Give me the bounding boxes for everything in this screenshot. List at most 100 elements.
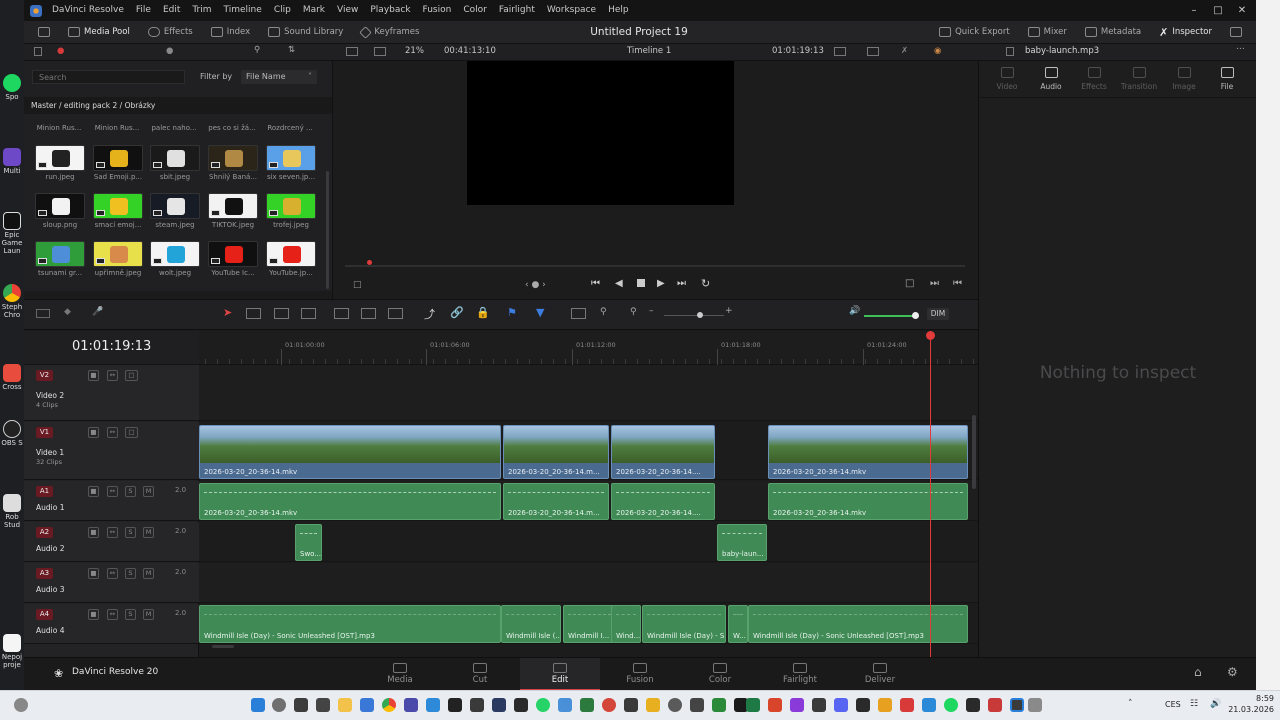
clip-name[interactable]: wolt.jpeg (146, 269, 204, 277)
clip-thumbnail[interactable] (266, 241, 316, 267)
track-header-a2[interactable]: A2 ■ ↔ S M 2.0 Audio 2 (24, 522, 199, 562)
search-input[interactable] (32, 70, 185, 84)
menu-trim[interactable]: Trim (186, 0, 217, 21)
whatsapp-icon[interactable] (536, 698, 550, 712)
page-fairlight[interactable]: Fairlight (760, 658, 840, 690)
track-badge[interactable]: A2 (36, 527, 53, 538)
next-edit-icon[interactable]: ⏭ (930, 278, 939, 289)
audio-clip[interactable]: baby-laun... (717, 524, 767, 561)
taskbar-app-icon[interactable] (712, 698, 726, 712)
lock-track-icon[interactable]: ■ (88, 527, 99, 538)
prev-edit-icon[interactable]: ⏮ (953, 278, 962, 289)
tab-file[interactable]: File (1205, 67, 1249, 91)
mute-button[interactable]: M (143, 568, 154, 579)
expand-panel-button[interactable] (24, 21, 59, 44)
clip-thumbnail[interactable] (35, 145, 85, 171)
position-lock-icon[interactable]: 🔒 (476, 306, 490, 319)
clip-name[interactable]: sbit.jpeg (146, 173, 204, 181)
menu-file[interactable]: File (130, 0, 157, 21)
clip-name[interactable]: trofej.jpeg (262, 221, 320, 229)
track-header-v2[interactable]: V2 ■ ↔ □ Video 24 Clips (24, 365, 199, 421)
lock-track-icon[interactable]: ■ (88, 568, 99, 579)
page-fusion[interactable]: Fusion (600, 658, 680, 690)
clip-thumbnail[interactable] (35, 241, 85, 267)
menu-help[interactable]: Help (602, 0, 635, 21)
marker-icon[interactable]: ▼ (536, 306, 544, 319)
taskbar-app-icon[interactable] (646, 698, 660, 712)
go-to-end-icon[interactable]: ⏭ (677, 278, 686, 289)
mute-button[interactable]: M (143, 527, 154, 538)
taskbar-app-icon[interactable] (514, 698, 528, 712)
track-badge[interactable]: V1 (36, 427, 53, 438)
taskbar-app-icon[interactable] (768, 698, 782, 712)
chrome-icon[interactable] (382, 698, 396, 712)
video-clip[interactable]: 2026-03-20_20-36-14.... (611, 425, 715, 479)
clip-name[interactable]: steam.jpeg (146, 221, 204, 229)
clip-name[interactable]: six seven.jp... (262, 173, 320, 181)
track-badge[interactable]: A4 (36, 609, 53, 620)
clip-thumbnail[interactable] (266, 193, 316, 219)
zoom-out-icon[interactable]: – (649, 306, 654, 316)
speaker-icon[interactable]: 🔊 (849, 306, 860, 316)
taskbar-app-icon[interactable] (878, 698, 892, 712)
timeline-ruler[interactable]: 01:01:00:00 01:01:06:00 01:01:12:00 01:01:1… (199, 331, 978, 365)
vertical-scrollbar[interactable] (972, 415, 976, 489)
discord-icon[interactable] (834, 698, 848, 712)
playhead-handle[interactable] (926, 331, 935, 340)
play-reverse-icon[interactable]: ◀ (615, 278, 623, 289)
clip-thumbnail[interactable] (150, 145, 200, 171)
safe-area-icon[interactable] (834, 47, 846, 56)
track-badge[interactable]: V2 (36, 370, 53, 381)
horizontal-scrollbar[interactable] (212, 645, 234, 648)
clip-thumbnail[interactable] (208, 145, 258, 171)
more-options-icon[interactable]: ⋯ (1236, 44, 1245, 54)
tab-audio[interactable]: Audio (1029, 67, 1073, 91)
track-badge[interactable]: A1 (36, 486, 53, 497)
video-clip[interactable]: 2026-03-20_20-36-14.mkv (768, 425, 968, 479)
desktop-icon-multi[interactable]: Multi (0, 148, 24, 175)
maximize-icon[interactable]: □ (1206, 0, 1230, 21)
steam-icon[interactable] (492, 698, 506, 712)
timeline-selector[interactable]: Timeline 1 (627, 46, 671, 56)
keyframes-button[interactable]: Keyframes (352, 21, 428, 44)
transform-icon[interactable]: ✗ (901, 46, 908, 56)
sort-icon[interactable]: ⇅ (288, 45, 295, 55)
audio-clip[interactable]: 2026-03-20_20-36-14.... (611, 483, 715, 520)
trim-tool-icon[interactable] (246, 308, 261, 319)
sync-icon[interactable]: ● (57, 46, 64, 56)
desktop-icon-cross[interactable]: Cross (0, 364, 24, 391)
menu-color[interactable]: Color (457, 0, 493, 21)
taskbar-app-icon[interactable] (690, 698, 704, 712)
auto-select-icon[interactable]: ↔ (107, 486, 118, 497)
clip-thumbnail[interactable] (93, 241, 143, 267)
menu-workspace[interactable]: Workspace (541, 0, 602, 21)
page-media[interactable]: Media (360, 658, 440, 690)
auto-select-icon[interactable]: ↔ (107, 527, 118, 538)
collapse-inspector-button[interactable] (1221, 21, 1256, 44)
blade-tool-icon[interactable] (301, 308, 316, 319)
volume-icon[interactable]: 🔊 (1210, 699, 1221, 709)
video-clip[interactable]: 2026-03-20_20-36-14.mkv (199, 425, 501, 479)
home-icon[interactable]: ⌂ (1194, 665, 1202, 679)
clip-thumbnail[interactable] (266, 145, 316, 171)
clip-name[interactable]: tsunami gr... (31, 269, 89, 277)
audio-clip[interactable]: Windmill Isle (... (501, 605, 561, 643)
page-cut[interactable]: Cut (440, 658, 520, 690)
menu-fairlight[interactable]: Fairlight (493, 0, 541, 21)
full-extent-zoom-icon[interactable] (571, 308, 586, 319)
language-indicator[interactable]: CES (1165, 700, 1181, 709)
flag-icon[interactable]: ⚑ (507, 306, 517, 319)
track-header-v1[interactable]: V1 ■ ↔ □ Video 1 32 Clips (24, 422, 199, 480)
auto-select-icon[interactable]: ↔ (107, 568, 118, 579)
metadata-button[interactable]: Metadata (1076, 21, 1150, 44)
track-visibility-icon[interactable]: □ (125, 427, 138, 438)
quick-export-button[interactable]: Quick Export (930, 21, 1019, 44)
lock-track-icon[interactable]: ■ (88, 609, 99, 620)
clip-name[interactable]: Sad Emoji.p... (89, 173, 147, 181)
effects-button[interactable]: Effects (139, 21, 202, 44)
viewer-mode-icon[interactable] (867, 47, 879, 56)
video-clip[interactable]: 2026-03-20_20-36-14.m... (503, 425, 609, 479)
taskbar-app-icon[interactable] (404, 698, 418, 712)
zoom-level[interactable]: 21% (405, 46, 424, 56)
track-header-a1[interactable]: A1 ■ ↔ S M 2.0 Audio 1 (24, 481, 199, 521)
